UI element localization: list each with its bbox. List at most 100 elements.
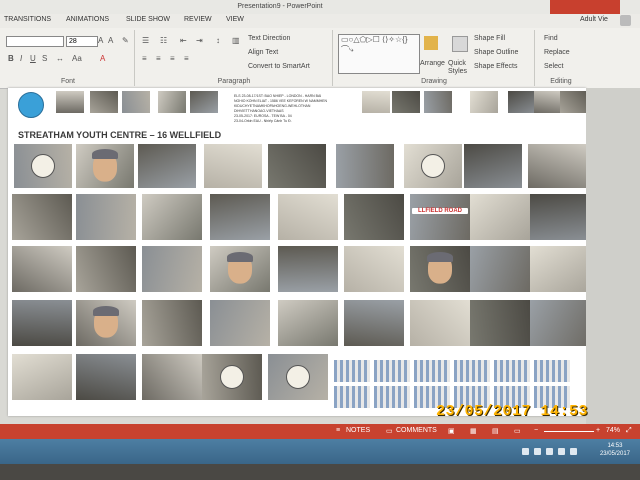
replace-button[interactable]: Replace [544, 49, 570, 56]
thumbnail-sheet[interactable] [374, 386, 410, 408]
italic-icon[interactable]: I [20, 54, 22, 63]
zoom-slider[interactable] [544, 431, 594, 432]
shape-outline-button[interactable]: Shape Outline [474, 49, 518, 56]
underline-icon[interactable]: U [30, 54, 36, 63]
slide-photo[interactable] [210, 194, 270, 240]
clear-format-icon[interactable]: ✎ [122, 36, 129, 45]
slide-photo[interactable] [362, 91, 390, 113]
comments-icon[interactable]: ▭ [386, 427, 393, 435]
slide-photo[interactable] [12, 354, 72, 400]
char-spacing-icon[interactable]: ↔ [56, 54, 64, 63]
bullets-icon[interactable]: ☰ [142, 36, 149, 45]
slide-title[interactable]: STREATHAM YOUTH CENTRE – 16 WELLFIELD [18, 130, 221, 140]
slide-photo[interactable] [142, 300, 202, 346]
notes-icon[interactable]: ≡ [336, 427, 340, 434]
quick-styles-button[interactable]: Quick Styles [448, 60, 470, 76]
font-size-box[interactable]: 28 [66, 36, 98, 47]
slide-photo[interactable] [76, 246, 136, 292]
slide-photo[interactable] [142, 354, 202, 400]
bold-icon[interactable]: B [8, 54, 14, 63]
numbering-icon[interactable]: ☷ [160, 36, 167, 45]
comments-button[interactable]: COMMENTS [396, 427, 437, 434]
tray-volume-icon[interactable] [558, 448, 565, 455]
font-color-icon[interactable]: A [100, 54, 105, 63]
slide-photo[interactable] [204, 144, 262, 188]
slide-photo[interactable] [344, 300, 404, 346]
slide-photo[interactable] [470, 300, 530, 346]
thumbnail-sheet[interactable] [414, 360, 450, 382]
slide-canvas[interactable]: STREATHAM YOUTH CENTRE – 16 WELLFIELD EL… [8, 88, 586, 416]
tab-transitions[interactable]: TRANSITIONS [4, 16, 51, 23]
scrollbar[interactable] [586, 88, 640, 424]
slide-photo[interactable] [470, 194, 530, 240]
notes-button[interactable]: NOTES [346, 427, 370, 434]
font-name-box[interactable] [6, 36, 64, 47]
avatar[interactable] [620, 15, 631, 26]
tray-network-icon[interactable] [534, 448, 541, 455]
slide-photo[interactable] [210, 246, 270, 292]
select-button[interactable]: Select [544, 63, 563, 70]
slide-photo[interactable] [12, 194, 72, 240]
slide-photo[interactable] [14, 144, 72, 188]
slide-photo[interactable] [76, 144, 134, 188]
align-text-button[interactable]: Align Text [248, 49, 278, 56]
slide-photo[interactable] [76, 354, 136, 400]
line-spacing-icon[interactable]: ↕ [216, 36, 220, 45]
justify-icon[interactable]: ≡ [184, 54, 189, 63]
slide-photo[interactable] [392, 91, 420, 113]
thumbnail-sheet[interactable] [374, 360, 410, 382]
slide-photo[interactable] [268, 354, 328, 400]
thumbnail-sheet[interactable] [334, 386, 370, 408]
slide-photo[interactable] [278, 300, 338, 346]
arrange-button[interactable]: Arrange [420, 60, 445, 67]
slideshow-icon[interactable]: ▭ [514, 427, 521, 435]
tray-shield-icon[interactable] [546, 448, 553, 455]
reading-view-icon[interactable]: ▤ [492, 427, 499, 435]
slide-photo[interactable] [210, 300, 270, 346]
slide-photo[interactable] [530, 246, 586, 292]
slide-photo[interactable] [470, 246, 530, 292]
slide-photo[interactable] [530, 194, 586, 240]
slide-photo[interactable] [278, 246, 338, 292]
tray-clock[interactable]: 14:53 23/05/2017 [600, 442, 630, 458]
slide-photo[interactable] [56, 91, 84, 113]
align-center-icon[interactable]: ≡ [156, 54, 161, 63]
slide-photo[interactable] [424, 91, 452, 113]
normal-view-icon[interactable]: ▣ [448, 427, 455, 435]
tab-review[interactable]: REVIEW [184, 16, 212, 23]
slide-photo[interactable] [76, 194, 136, 240]
shape-fill-button[interactable]: Shape Fill [474, 35, 505, 42]
slide-photo[interactable] [268, 144, 326, 188]
shapes-gallery[interactable]: ▭○△⬠▷☐ ⟨⟩✧☆{}⌒⤷ [338, 34, 420, 74]
tab-slide-show[interactable]: SLIDE SHOW [126, 16, 170, 23]
tab-animations[interactable]: ANIMATIONS [66, 16, 109, 23]
slide-photo[interactable] [530, 300, 586, 346]
slide-photo[interactable] [90, 91, 118, 113]
align-right-icon[interactable]: ≡ [170, 54, 175, 63]
slide-photo[interactable] [336, 144, 394, 188]
slide-photo[interactable] [278, 194, 338, 240]
zoom-level[interactable]: 74% [606, 427, 620, 434]
thumbnail-sheet[interactable] [534, 360, 570, 382]
convert-smartart-button[interactable]: Convert to SmartArt [248, 63, 310, 70]
slide-photo[interactable] [344, 246, 404, 292]
account-name[interactable]: Adult Vie [580, 16, 608, 23]
slide-photo[interactable] [560, 91, 586, 113]
arrange-icon[interactable] [424, 36, 438, 50]
slide-photo[interactable] [138, 144, 196, 188]
thumbnail-sheet[interactable] [454, 360, 490, 382]
slide-photo[interactable] [344, 194, 404, 240]
slide-photo[interactable] [142, 194, 202, 240]
change-case-icon[interactable]: Aa [72, 54, 82, 63]
quick-styles-icon[interactable] [452, 36, 468, 52]
slide-photo[interactable] [528, 144, 586, 188]
tray-flag-icon[interactable] [522, 448, 529, 455]
slide-photo[interactable] [534, 91, 562, 113]
thumbnail-sheet[interactable] [334, 360, 370, 382]
slide-photo[interactable] [410, 246, 470, 292]
slide-photo[interactable] [470, 91, 498, 113]
slide-photo[interactable] [76, 300, 136, 346]
grow-font-icon[interactable]: A [98, 36, 103, 45]
slide-photo[interactable] [202, 354, 262, 400]
zoom-in-icon[interactable]: + [596, 427, 600, 434]
